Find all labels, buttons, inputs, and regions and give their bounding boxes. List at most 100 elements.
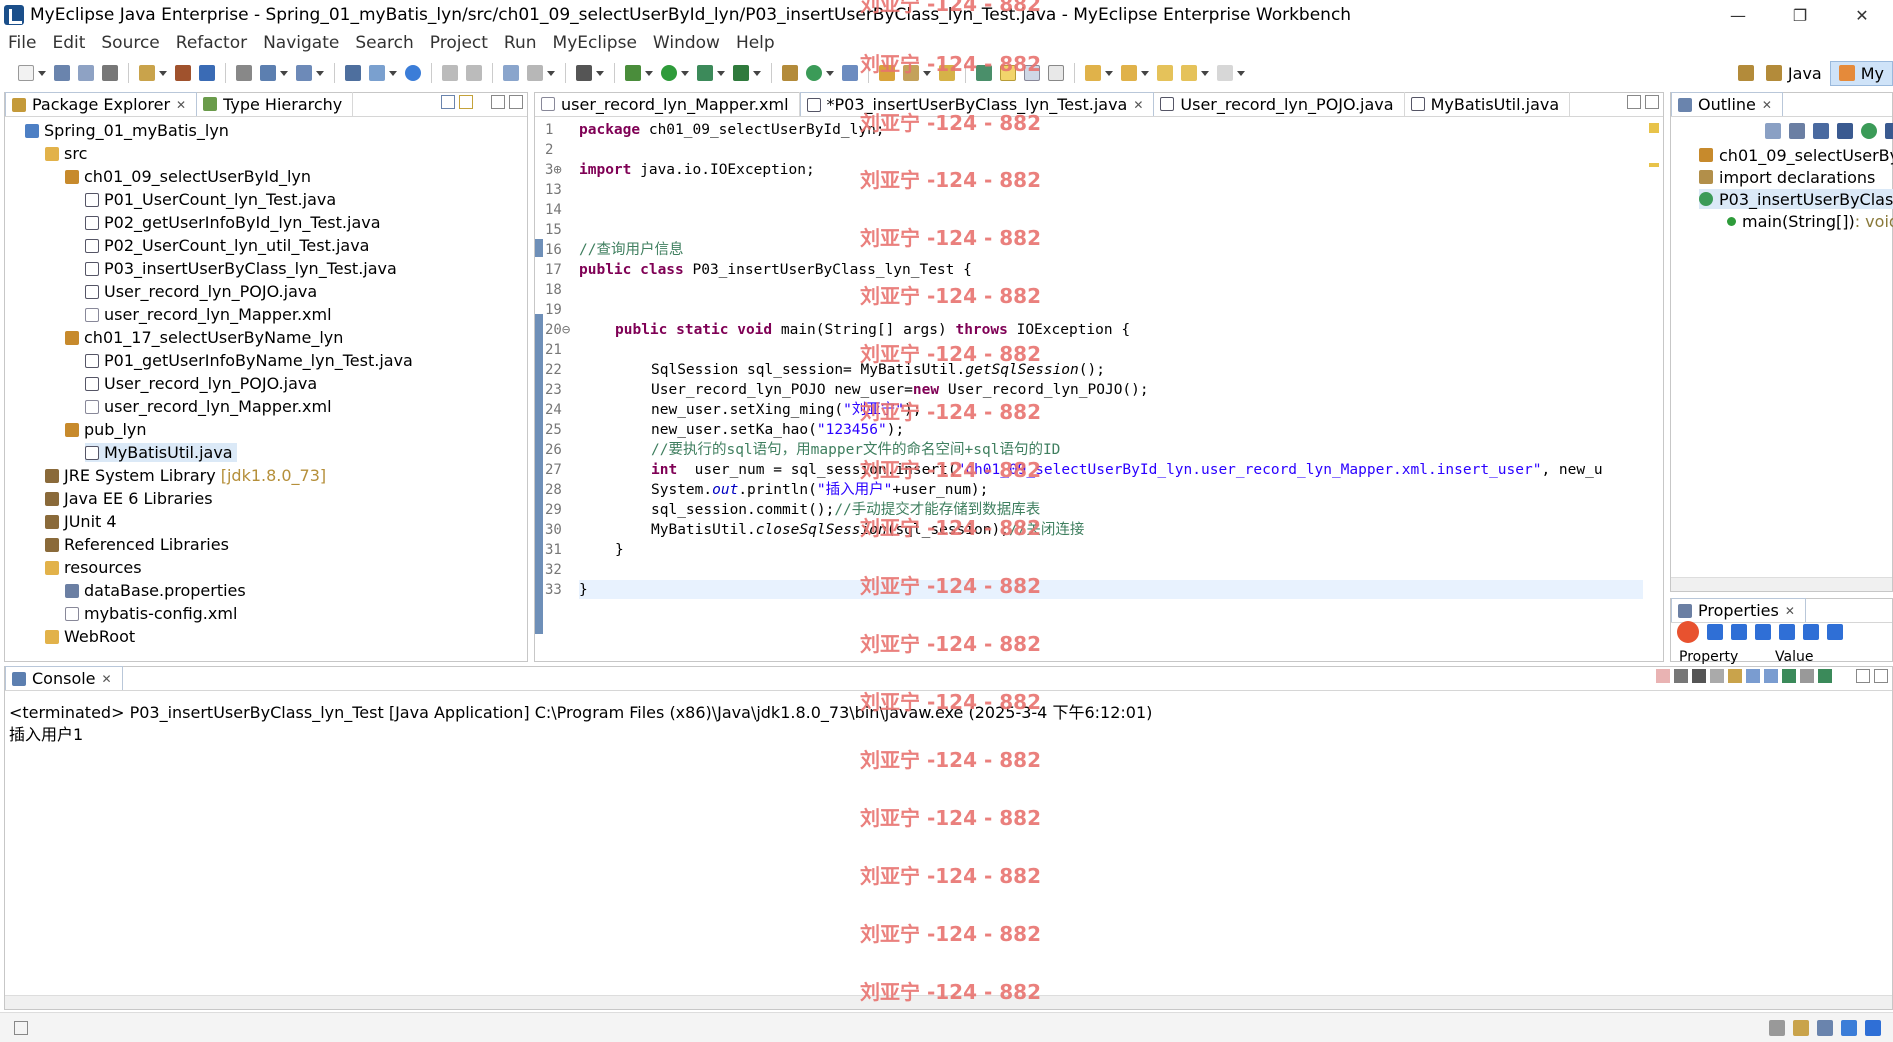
menu-run[interactable]: Run xyxy=(496,33,545,53)
uml-icon[interactable] xyxy=(369,65,385,81)
tray-tasks-icon[interactable] xyxy=(1793,1020,1809,1036)
tree-item[interactable]: ch01_09_selectUserById_lyn xyxy=(65,167,311,186)
outline-horizontal-scrollbar[interactable] xyxy=(1671,577,1892,591)
code-editor[interactable]: package ch01_09_selectUserById_lyn; impo… xyxy=(579,119,1643,661)
display-console-icon[interactable] xyxy=(1800,669,1814,683)
tree-item[interactable]: User_record_lyn_POJO.java xyxy=(85,374,317,393)
open-perspective-icon[interactable] xyxy=(842,65,858,81)
minimize-view-icon[interactable] xyxy=(1627,95,1641,109)
server-icon[interactable] xyxy=(236,65,252,81)
hide-static-icon[interactable] xyxy=(1837,123,1853,139)
maximize-view-icon[interactable] xyxy=(509,95,523,109)
new-class-dropdown-icon[interactable] xyxy=(826,70,834,76)
tree-item[interactable]: pub_lyn xyxy=(65,420,147,439)
tab-package-explorer[interactable]: Package Explorer ✕ xyxy=(5,92,198,116)
new-package-icon[interactable] xyxy=(782,65,798,81)
tree-item[interactable]: JUnit 4 xyxy=(45,512,117,531)
last-edit-location-icon[interactable] xyxy=(1157,65,1173,81)
debug-dropdown-icon[interactable] xyxy=(645,70,653,76)
editor-tab[interactable]: user_record_lyn_Mapper.xml xyxy=(535,92,800,116)
deploy-dropdown-icon[interactable] xyxy=(280,70,288,76)
chinese-mode-icon[interactable] xyxy=(1707,624,1723,640)
tree-item[interactable]: Spring_01_myBatis_lyn xyxy=(25,121,229,140)
tree-item[interactable]: P02_UserCount_lyn_util_Test.java xyxy=(85,236,369,255)
tree-item[interactable]: src xyxy=(45,144,87,163)
outline-item[interactable]: import declarations xyxy=(1699,167,1875,187)
perspective-myeclipse[interactable]: My xyxy=(1829,60,1893,86)
tree-item[interactable]: ch01_17_selectUserByName_lyn xyxy=(65,328,343,347)
tab-console[interactable]: Console ✕ xyxy=(5,666,123,690)
tree-item[interactable]: resources xyxy=(45,558,142,577)
perspective-java[interactable]: Java xyxy=(1758,62,1830,85)
outline-item[interactable]: ch01_09_selectUserById_lyn xyxy=(1699,145,1893,165)
maximize-view-icon[interactable] xyxy=(1874,669,1888,683)
tree-item[interactable]: P03_insertUserByClass_lyn_Test.java xyxy=(85,259,397,278)
collapse-all-icon[interactable] xyxy=(1765,123,1781,139)
menu-navigate[interactable]: Navigate xyxy=(255,33,347,53)
tree-item[interactable]: user_record_lyn_Mapper.xml xyxy=(85,305,332,324)
menu-source[interactable]: Source xyxy=(93,33,167,53)
close-icon[interactable]: ✕ xyxy=(1133,98,1143,112)
view-menu-icon[interactable] xyxy=(477,95,487,109)
tab-properties[interactable]: Properties ✕ xyxy=(1671,598,1806,622)
new-class-icon[interactable] xyxy=(806,65,822,81)
tab-type-hierarchy[interactable]: Type Hierarchy xyxy=(197,92,354,116)
new-java-project-icon[interactable] xyxy=(139,65,155,81)
next-annotation-dropdown-icon[interactable] xyxy=(1105,70,1113,76)
tree-item[interactable]: user_record_lyn_Mapper.xml xyxy=(85,397,332,416)
redo-icon[interactable] xyxy=(466,65,482,81)
tree-item[interactable]: Java EE 6 Libraries xyxy=(45,489,213,508)
editor-tab[interactable]: MyBatisUtil.java xyxy=(1405,92,1571,116)
forward-icon[interactable] xyxy=(1217,65,1233,81)
fast-view-icon[interactable] xyxy=(14,1021,28,1035)
link-with-editor-icon[interactable] xyxy=(459,95,473,109)
print-icon[interactable] xyxy=(102,65,118,81)
terminate-icon[interactable] xyxy=(1656,669,1670,683)
menu-file[interactable]: File xyxy=(0,33,44,53)
tree-item-selected[interactable]: MyBatisUtil.java xyxy=(85,443,237,462)
close-icon[interactable]: ✕ xyxy=(176,98,186,112)
show-on-output-icon[interactable] xyxy=(1746,669,1760,683)
editor-tab[interactable]: User_record_lyn_POJO.java xyxy=(1154,92,1405,116)
menu-edit[interactable]: Edit xyxy=(44,33,93,53)
save-all-icon[interactable] xyxy=(78,65,94,81)
tree-item[interactable]: User_record_lyn_POJO.java xyxy=(85,282,317,301)
project-dropdown-icon[interactable] xyxy=(159,70,167,76)
back-dropdown-icon[interactable] xyxy=(1201,70,1209,76)
save-icon[interactable] xyxy=(54,65,70,81)
show-on-error-icon[interactable] xyxy=(1764,669,1778,683)
sogou-logo-icon[interactable] xyxy=(1677,621,1699,643)
remove-launch-icon[interactable] xyxy=(1674,669,1688,683)
open-console-icon[interactable] xyxy=(1818,669,1832,683)
external-tools-icon[interactable] xyxy=(733,65,749,81)
skin-icon[interactable] xyxy=(1803,624,1819,640)
tree-item[interactable]: Referenced Libraries xyxy=(45,535,229,554)
new-dropdown-icon[interactable] xyxy=(38,70,46,76)
clear-console-icon[interactable] xyxy=(1710,669,1724,683)
previous-annotation-icon[interactable] xyxy=(1121,65,1137,81)
warning-overview-marker[interactable] xyxy=(1649,123,1659,133)
maximize-button[interactable]: ❐ xyxy=(1769,0,1831,30)
close-icon[interactable]: ✕ xyxy=(102,672,112,686)
remove-all-terminated-icon[interactable] xyxy=(1692,669,1706,683)
database-icon[interactable] xyxy=(345,65,361,81)
snippet-icon[interactable] xyxy=(503,65,519,81)
browser-dropdown-icon[interactable] xyxy=(316,70,324,76)
tray-update-icon[interactable] xyxy=(1841,1020,1857,1036)
tree-item[interactable]: P02_getUserInfoById_lyn_Test.java xyxy=(85,213,381,232)
tray-progress-icon[interactable] xyxy=(1817,1020,1833,1036)
coverage-dropdown-icon[interactable] xyxy=(717,70,725,76)
next-annotation-icon[interactable] xyxy=(1085,65,1101,81)
deploy-icon[interactable] xyxy=(260,65,276,81)
open-resource-icon[interactable] xyxy=(199,65,215,81)
menu-window[interactable]: Window xyxy=(645,33,728,53)
menu-refactor[interactable]: Refactor xyxy=(168,33,255,53)
tree-item[interactable]: JRE System Library [jdk1.8.0_73] xyxy=(45,466,326,485)
close-icon[interactable]: ✕ xyxy=(1762,98,1772,112)
menu-project[interactable]: Project xyxy=(422,33,496,53)
tray-edit-icon[interactable] xyxy=(1769,1020,1785,1036)
camera-icon[interactable] xyxy=(576,65,592,81)
uml-dropdown-icon[interactable] xyxy=(389,70,397,76)
undo-icon[interactable] xyxy=(442,65,458,81)
camera-dropdown-icon[interactable] xyxy=(596,70,604,76)
